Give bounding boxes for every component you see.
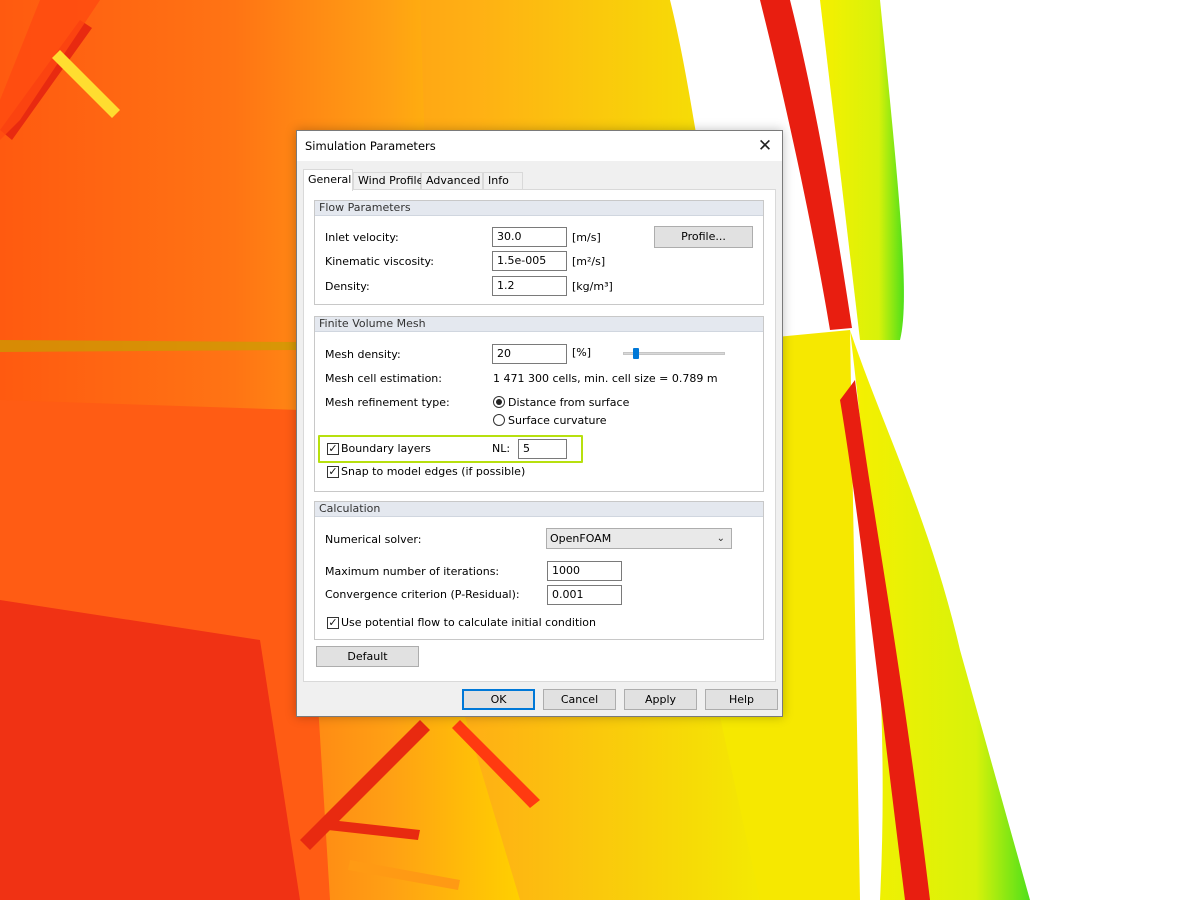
mesh-cell-estimation-value: 1 471 300 cells, min. cell size = 0.789 …	[493, 372, 718, 385]
finite-volume-mesh-group: Finite Volume Mesh Mesh density: 20 [%] …	[314, 316, 764, 492]
cancel-button[interactable]: Cancel	[543, 689, 616, 710]
apply-button[interactable]: Apply	[624, 689, 697, 710]
numerical-solver-value: OpenFOAM	[550, 532, 612, 545]
mesh-density-input[interactable]: 20	[492, 344, 567, 364]
profile-button[interactable]: Profile...	[654, 226, 753, 248]
help-button[interactable]: Help	[705, 689, 778, 710]
potential-flow-checkbox[interactable]: ✓	[327, 617, 339, 629]
snap-to-edges-label[interactable]: Snap to model edges (if possible)	[341, 465, 525, 478]
dialog-title: Simulation Parameters	[305, 139, 436, 153]
ok-button[interactable]: OK	[462, 689, 535, 710]
flow-parameters-group: Flow Parameters Inlet velocity: 30.0 [m/…	[314, 200, 764, 305]
mesh-density-unit: [%]	[572, 346, 592, 359]
kinematic-viscosity-label: Kinematic viscosity:	[325, 255, 434, 268]
tab-wind-profile[interactable]: Wind Profile	[353, 172, 423, 189]
inlet-velocity-label: Inlet velocity:	[325, 231, 399, 244]
title-bar: Simulation Parameters ✕	[297, 131, 782, 161]
kinematic-viscosity-input[interactable]: 1.5e-005	[492, 251, 567, 271]
mesh-cell-estimation-label: Mesh cell estimation:	[325, 372, 442, 385]
chevron-down-icon: ⌄	[716, 533, 725, 544]
mesh-refinement-type-label: Mesh refinement type:	[325, 396, 450, 409]
radio-surface-curvature-label[interactable]: Surface curvature	[508, 414, 607, 427]
close-icon[interactable]: ✕	[754, 135, 776, 157]
radio-distance-from-surface-label[interactable]: Distance from surface	[508, 396, 629, 409]
max-iterations-label: Maximum number of iterations:	[325, 565, 500, 578]
radio-surface-curvature[interactable]	[493, 414, 505, 426]
boundary-layers-label[interactable]: Boundary layers	[341, 442, 431, 455]
inlet-velocity-unit: [m/s]	[572, 231, 601, 244]
group-header: Flow Parameters	[315, 201, 763, 216]
numerical-solver-select[interactable]: OpenFOAM ⌄	[546, 528, 732, 549]
nl-label: NL:	[492, 442, 511, 455]
nl-input[interactable]: 5	[518, 439, 567, 459]
simulation-parameters-dialog: Simulation Parameters ✕ General Wind Pro…	[296, 130, 783, 717]
slider-thumb[interactable]	[633, 348, 640, 359]
boundary-layers-checkbox[interactable]: ✓	[327, 443, 339, 455]
potential-flow-label[interactable]: Use potential flow to calculate initial …	[341, 616, 596, 629]
default-button[interactable]: Default	[316, 646, 419, 667]
convergence-label: Convergence criterion (P-Residual):	[325, 588, 520, 601]
group-header: Calculation	[315, 502, 763, 517]
tab-advanced[interactable]: Advanced	[421, 172, 483, 189]
kinematic-viscosity-unit: [m²/s]	[572, 255, 606, 268]
density-input[interactable]: 1.2	[492, 276, 567, 296]
convergence-input[interactable]: 0.001	[547, 585, 622, 605]
max-iterations-input[interactable]: 1000	[547, 561, 622, 581]
snap-to-edges-checkbox[interactable]: ✓	[327, 466, 339, 478]
tab-info[interactable]: Info	[483, 172, 523, 189]
general-tab-panel: Flow Parameters Inlet velocity: 30.0 [m/…	[303, 189, 776, 682]
density-label: Density:	[325, 280, 370, 293]
tab-general[interactable]: General	[303, 169, 353, 191]
inlet-velocity-input[interactable]: 30.0	[492, 227, 567, 247]
group-header: Finite Volume Mesh	[315, 317, 763, 332]
radio-distance-from-surface[interactable]	[493, 396, 505, 408]
density-unit: [kg/m³]	[572, 280, 613, 293]
mesh-density-label: Mesh density:	[325, 348, 401, 361]
calculation-group: Calculation Numerical solver: OpenFOAM ⌄…	[314, 501, 764, 640]
numerical-solver-label: Numerical solver:	[325, 533, 422, 546]
